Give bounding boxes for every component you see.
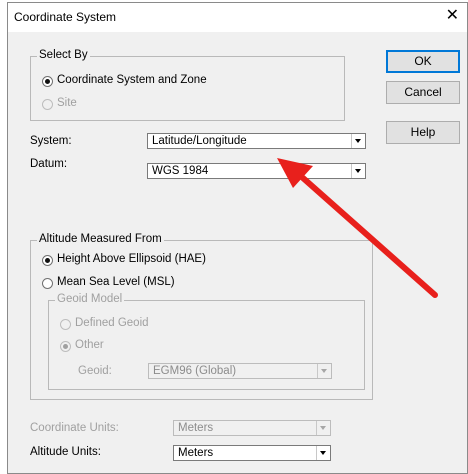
red-arrow-icon [277,158,438,298]
red-arrow-shaft [300,175,438,298]
